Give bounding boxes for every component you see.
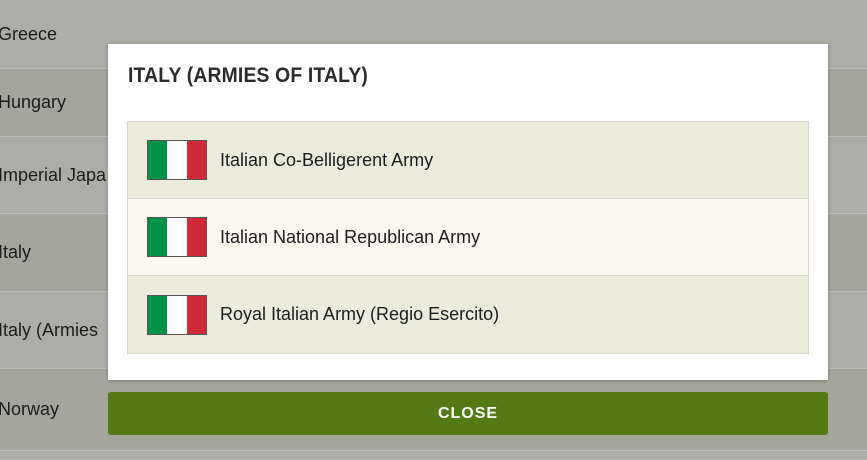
italy-flag-icon xyxy=(147,217,207,257)
army-label: Royal Italian Army (Regio Esercito) xyxy=(220,304,500,324)
modal-title: ITALY (ARMIES OF ITALY) xyxy=(128,64,369,87)
army-list: Italian Co-Belligerent Army Italian Nati… xyxy=(127,121,809,354)
army-label: Italian Co-Belligerent Army xyxy=(220,149,434,170)
army-item[interactable]: Italian National Republican Army xyxy=(128,199,808,276)
army-item[interactable]: Italian Co-Belligerent Army xyxy=(128,122,808,199)
close-button[interactable]: CLOSE xyxy=(108,392,828,435)
italy-flag-icon xyxy=(147,294,207,335)
army-label: Italian National Republican Army xyxy=(220,226,481,247)
army-item[interactable]: Royal Italian Army (Regio Esercito) xyxy=(128,276,808,353)
italy-flag-icon xyxy=(147,140,207,180)
armies-modal: ITALY (ARMIES OF ITALY) Italian Co-Belli… xyxy=(108,44,828,380)
